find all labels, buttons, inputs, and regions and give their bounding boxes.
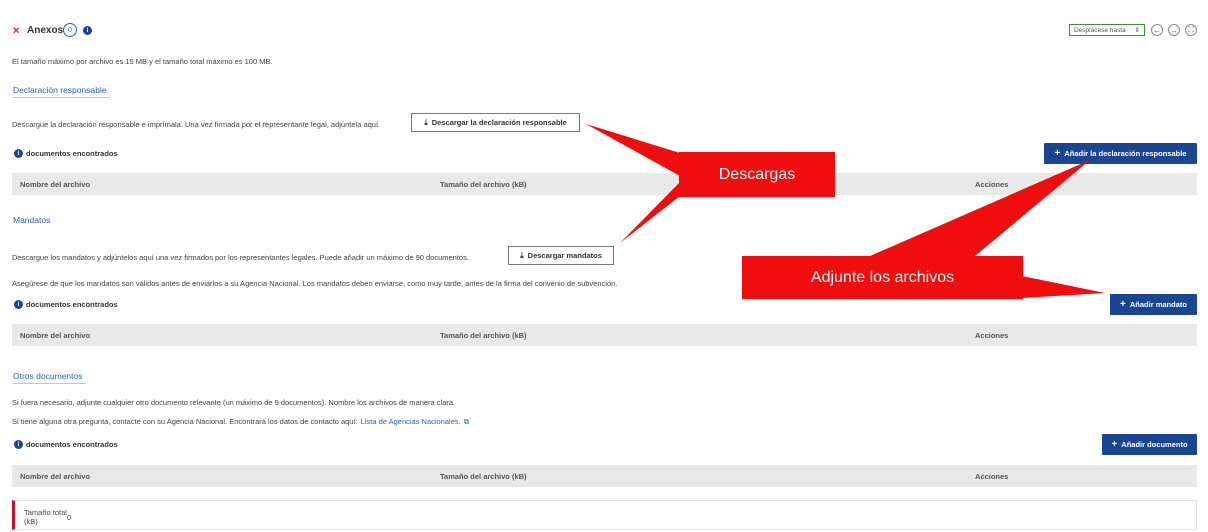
column-actions: Acciones xyxy=(975,331,1009,340)
mandatos-title[interactable]: Mandatos xyxy=(13,215,50,225)
section-title: Anexos xyxy=(27,25,64,36)
column-size: Tamaño del archivo (kB) xyxy=(440,472,527,481)
adjunte-pointer-right xyxy=(1022,276,1105,298)
agencias-link[interactable]: Lista de Agencias Nacionales. xyxy=(361,417,461,427)
count-badge: 0 xyxy=(63,23,77,37)
total-size-label: Tamaño total (kB) xyxy=(24,508,67,526)
info-icon: i xyxy=(14,149,23,158)
total-size-value: 0 xyxy=(67,513,72,522)
declaracion-found: i documentos encontrados xyxy=(14,149,118,158)
otros-instructions: Si fuera necesario, adjunte cualquier ot… xyxy=(12,398,456,407)
download-declaracion-button[interactable]: ⤓ Descargar la declaración responsable xyxy=(411,113,580,132)
add-mandato-label: Añadir mandato xyxy=(1129,300,1187,309)
otros-divider xyxy=(13,383,86,384)
fullscreen-icon[interactable]: ⛶ xyxy=(1185,24,1197,36)
otros-found: i documentos encontrados xyxy=(14,440,118,449)
declaracion-found-text: documentos encontrados xyxy=(26,149,118,158)
otros-title[interactable]: Otros documentos xyxy=(13,371,82,381)
mandatos-found: i documentos encontrados xyxy=(14,300,118,309)
otros-found-text: documentos encontrados xyxy=(26,440,118,449)
add-declaracion-button[interactable]: + Añadir la declaración responsable xyxy=(1044,143,1197,164)
mandatos-instructions: Descargue los mandatos y adjúntelos aquí… xyxy=(12,253,469,262)
info-icon: i xyxy=(14,300,23,309)
adjunte-callout: Adjunte los archivos xyxy=(742,256,1023,299)
total-label-line2: (kB) xyxy=(24,517,38,526)
jump-to-select[interactable]: Desplácese hasta ⇕ xyxy=(1069,24,1145,36)
descargas-callout: Descargas xyxy=(679,152,835,197)
download-icon: ⤓ xyxy=(520,250,524,260)
column-size: Tamaño del archivo (kB) xyxy=(440,331,527,340)
column-name: Nombre del archivo xyxy=(20,331,91,340)
descargas-pointer-top xyxy=(586,124,680,176)
column-name: Nombre del archivo xyxy=(20,180,91,189)
column-size: Tamaño del archivo (kB) xyxy=(440,180,527,189)
mandatos-table-header xyxy=(12,324,1197,346)
size-note: El tamaño máximo por archivo es 15 MB y … xyxy=(12,57,273,66)
download-declaracion-label: Descargar la declaración responsable xyxy=(431,118,567,127)
arrow-left-icon[interactable]: ← xyxy=(1151,24,1163,36)
jump-to-label: Desplácese hasta xyxy=(1074,26,1126,34)
total-label-line1: Tamaño total xyxy=(24,508,67,517)
declaracion-title[interactable]: Declaración responsable xyxy=(13,85,107,95)
download-mandatos-label: Descargar mandatos xyxy=(527,251,602,260)
download-icon: ⤓ xyxy=(424,117,428,127)
otros-contact: Si tiene alguna otra pregunta, contacte … xyxy=(12,417,469,427)
declaracion-table-header xyxy=(12,173,1197,195)
declaracion-divider xyxy=(13,97,110,98)
declaracion-instructions: Descargue la declaración responsable e i… xyxy=(12,120,381,129)
plus-icon: + xyxy=(1054,148,1061,159)
column-actions: Acciones xyxy=(975,180,1009,189)
chevron-updown-icon: ⇕ xyxy=(1134,27,1140,34)
add-declaracion-label: Añadir la declaración responsable xyxy=(1064,149,1187,158)
mandatos-found-text: documentos encontrados xyxy=(26,300,118,309)
add-documento-label: Añadir documento xyxy=(1121,440,1188,449)
plus-icon: + xyxy=(1120,299,1126,310)
total-size-box xyxy=(12,500,1197,530)
download-mandatos-button[interactable]: ⤓ Descargar mandatos xyxy=(508,246,614,265)
info-icon[interactable]: i xyxy=(83,26,92,35)
external-link-icon: ⧉ xyxy=(463,417,470,426)
column-actions: Acciones xyxy=(975,472,1009,481)
mandatos-note: Asegúrese de que los mandatos son válido… xyxy=(12,279,618,288)
otros-table-header xyxy=(12,465,1197,487)
add-mandato-button[interactable]: + Añadir mandato xyxy=(1110,294,1197,315)
arrow-right-icon[interactable]: → xyxy=(1168,24,1180,36)
info-icon: i xyxy=(14,440,23,449)
column-name: Nombre del archivo xyxy=(20,472,91,481)
add-documento-button[interactable]: + Añadir documento xyxy=(1102,434,1197,455)
close-icon[interactable]: × xyxy=(13,25,19,37)
callout-pointers xyxy=(586,124,1105,298)
otros-contact-text: Si tiene alguna otra pregunta, contacte … xyxy=(12,417,358,426)
plus-icon: + xyxy=(1111,439,1118,450)
